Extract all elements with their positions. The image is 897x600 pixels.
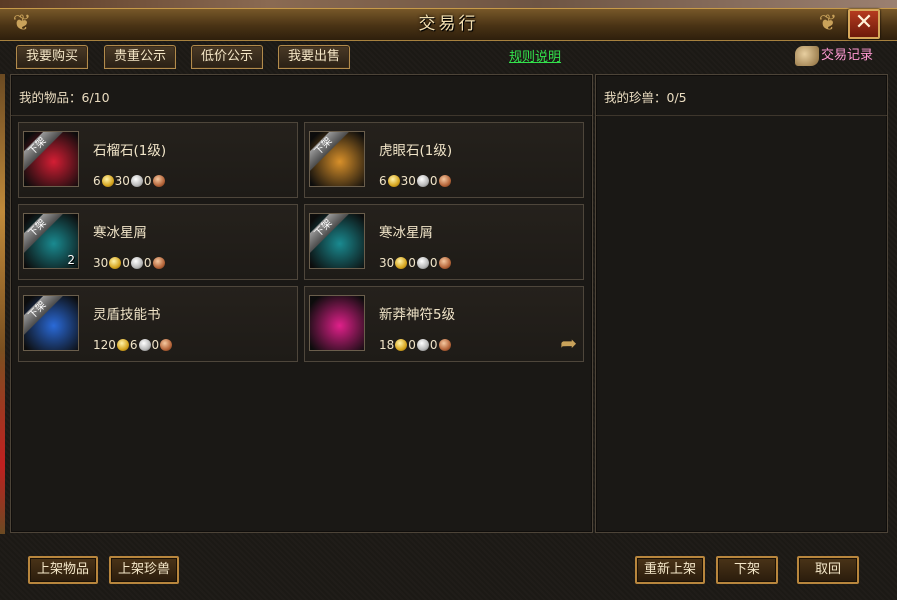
item-name: 灵盾技能书: [93, 307, 161, 323]
silver-coin-icon: [130, 175, 143, 187]
tab-sell[interactable]: 我要出售: [278, 45, 351, 69]
item-price: 30 0 0: [379, 256, 452, 270]
delisted-ribbon: 下架: [310, 132, 349, 172]
item-slot[interactable]: 下架 石榴石(1级) 6 30 0: [18, 122, 298, 198]
delisted-ribbon: 下架: [310, 214, 349, 254]
gold-coin-icon: [101, 175, 114, 187]
copper-coin-icon: [438, 257, 451, 269]
ice-stardust-icon: 下架 2: [23, 213, 79, 269]
my-pets-count: 我的珍兽：0/5: [604, 90, 687, 105]
item-slot[interactable]: 下架 虎眼石(1级) 6 30 0: [304, 122, 584, 198]
silver-coin-icon: [416, 257, 429, 269]
item-slot[interactable]: 下架 灵盾技能书 120 6 0: [18, 286, 298, 362]
item-slot[interactable]: 新莽神符5级 18 0 0 ➦: [304, 286, 584, 362]
item-name: 寒冰星屑: [379, 225, 433, 241]
item-price: 30 0 0: [93, 256, 166, 270]
copper-coin-icon: [438, 339, 451, 351]
price-copper-value: 0: [151, 338, 160, 352]
price-silver-value: 30: [400, 174, 416, 188]
gold-coin-icon: [109, 257, 122, 269]
price-silver-value: 6: [129, 338, 138, 352]
price-copper-value: 0: [143, 174, 152, 188]
item-price: 18 0 0: [379, 338, 452, 352]
delisted-ribbon: 下架: [24, 132, 63, 172]
item-slot[interactable]: 下架 2 寒冰星屑 30 0 0: [18, 204, 298, 280]
my-items-header: 我的物品：6/10: [11, 75, 592, 116]
trade-records-label: 交易记录: [821, 48, 874, 63]
item-quantity: 2: [67, 253, 75, 267]
copper-coin-icon: [160, 339, 173, 351]
item-price: 6 30 0: [93, 174, 166, 188]
copper-coin-icon: [438, 175, 451, 187]
trade-window: ❦ ❦ 交易行 ✕ 我要购买 贵重公示 低价公示 我要出售 规则说明 交易记录 …: [0, 0, 897, 600]
window-title: 交易行: [418, 14, 479, 34]
retrieve-button[interactable]: 取回: [797, 556, 859, 584]
close-button[interactable]: ✕: [848, 9, 880, 39]
list-pet-button[interactable]: 上架珍兽: [109, 556, 180, 584]
price-silver-value: 0: [408, 256, 416, 270]
my-items-count: 我的物品：6/10: [19, 90, 110, 105]
price-copper-value: 0: [143, 256, 152, 270]
copper-coin-icon: [152, 257, 165, 269]
red-gem-icon: 下架: [23, 131, 79, 187]
delist-button[interactable]: 下架: [716, 556, 778, 584]
price-gold-value: 30: [379, 256, 395, 270]
price-copper-value: 0: [429, 256, 438, 270]
price-gold-value: 30: [93, 256, 109, 270]
price-gold-value: 6: [93, 174, 101, 188]
orange-gem-icon: 下架: [309, 131, 365, 187]
shield-skillbook-icon: 下架: [23, 295, 79, 351]
green-rune-icon: [309, 295, 365, 351]
tab-low-price-listing[interactable]: 低价公示: [191, 45, 264, 69]
tab-bar: 我要购买 贵重公示 低价公示 我要出售: [0, 41, 897, 71]
price-gold-value: 6: [379, 174, 387, 188]
delisted-ribbon: 下架: [24, 214, 63, 254]
list-item-button[interactable]: 上架物品: [28, 556, 99, 584]
item-slot[interactable]: 下架 寒冰星屑 30 0 0: [304, 204, 584, 280]
silver-coin-icon: [138, 339, 151, 351]
silver-coin-icon: [416, 339, 429, 351]
item-price: 120 6 0: [93, 338, 173, 352]
my-pets-header: 我的珍兽：0/5: [596, 75, 887, 116]
price-copper-value: 0: [429, 338, 438, 352]
tab-valuable-listing[interactable]: 贵重公示: [104, 45, 177, 69]
gold-coin-icon: [395, 339, 408, 351]
gold-coin-icon: [395, 257, 408, 269]
price-copper-value: 0: [429, 174, 438, 188]
item-price: 6 30 0: [379, 174, 452, 188]
gold-coin-icon: [116, 339, 129, 351]
delisted-ribbon: 下架: [24, 296, 63, 336]
item-name: 石榴石(1级): [93, 143, 167, 159]
my-pets-panel: 我的珍兽：0/5: [595, 74, 888, 533]
window-edge-decoration: [0, 74, 5, 534]
item-name: 新莽神符5级: [379, 307, 456, 323]
copper-coin-icon: [152, 175, 165, 187]
silver-coin-icon: [416, 175, 429, 187]
trade-records-button[interactable]: 交易记录: [795, 44, 873, 68]
relist-button[interactable]: 重新上架: [635, 556, 706, 584]
tab-buy[interactable]: 我要购买: [16, 45, 89, 69]
price-silver-value: 0: [122, 256, 130, 270]
ice-stardust-icon: 下架: [309, 213, 365, 269]
scroll-icon: [795, 45, 819, 66]
rules-link[interactable]: 规则说明: [509, 46, 561, 65]
background-strip: [0, 0, 897, 8]
silver-coin-icon: [130, 257, 143, 269]
item-name: 虎眼石(1级): [379, 143, 453, 159]
price-gold-value: 18: [379, 338, 395, 352]
price-silver-value: 30: [114, 174, 130, 188]
my-items-panel: 我的物品：6/10 下架 石榴石(1级) 6 30 0 下架 虎眼石(1级) 6 30 0 下架 2 寒…: [10, 74, 593, 533]
price-silver-value: 0: [408, 338, 416, 352]
gold-coin-icon: [387, 175, 400, 187]
price-gold-value: 120: [93, 338, 116, 352]
item-name: 寒冰星屑: [93, 225, 147, 241]
share-arrow-icon[interactable]: ➦: [560, 331, 577, 355]
